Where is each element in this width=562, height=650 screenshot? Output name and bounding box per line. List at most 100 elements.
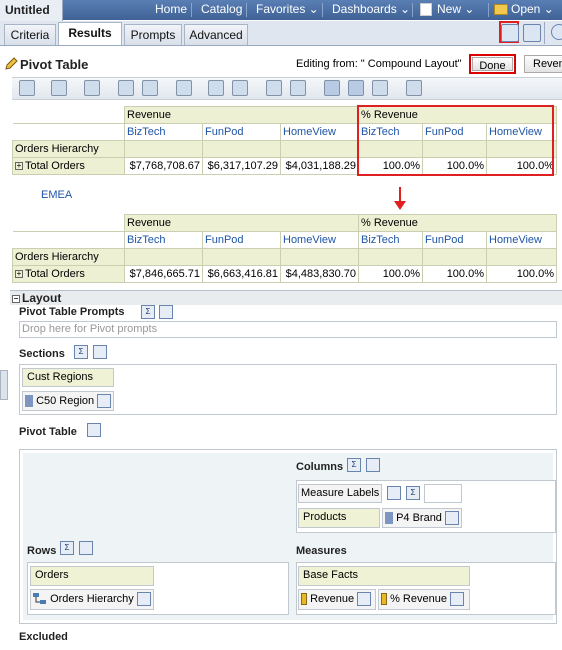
move-down-icon[interactable]	[372, 80, 388, 96]
nav-separator	[191, 3, 192, 17]
nav-catalog-link[interactable]: Catalog	[201, 2, 242, 16]
nav-open-menu[interactable]: Open ⌄	[511, 2, 554, 16]
column-options-icon[interactable]	[97, 394, 112, 408]
column-member[interactable]: HomeView	[486, 231, 557, 249]
xyz-properties-icon[interactable]	[366, 458, 380, 472]
revert-button[interactable]: Reven	[524, 55, 562, 73]
sigma-icon[interactable]: Σ	[60, 541, 74, 555]
document-title: Untitled	[0, 0, 63, 21]
column-member[interactable]: FunPod	[422, 231, 487, 249]
empty-cell	[486, 248, 557, 266]
open-folder-icon	[494, 4, 508, 15]
measures-label: Measures	[296, 545, 347, 557]
save-as-icon[interactable]	[523, 24, 541, 42]
column-options-icon[interactable]	[357, 592, 372, 606]
tab-advanced[interactable]: Advanced	[184, 24, 248, 45]
export-icon[interactable]	[51, 80, 67, 96]
measure-labels-chip[interactable]: Measure Labels	[298, 484, 382, 503]
table-view-icon[interactable]	[324, 80, 340, 96]
empty-cell	[202, 140, 281, 158]
xyz-properties-icon[interactable]	[93, 345, 107, 359]
column-member[interactable]: HomeView	[280, 123, 359, 141]
nav-new-menu[interactable]: New ⌄	[437, 2, 474, 16]
tab-criteria[interactable]: Criteria	[4, 24, 56, 45]
tab-results[interactable]: Results	[58, 22, 122, 45]
print-icon[interactable]	[19, 80, 35, 96]
p4-brand-column[interactable]: P4 Brand	[382, 508, 462, 528]
excluded-label: Excluded	[19, 631, 68, 643]
measure-header-revenue: Revenue	[124, 214, 359, 232]
new-calculated-item-icon[interactable]	[208, 80, 224, 96]
nav-dashboards-menu[interactable]: Dashboards ⌄	[332, 2, 410, 16]
done-button-highlight: Done	[469, 54, 516, 74]
done-button[interactable]: Done	[472, 57, 513, 72]
collapse-icon[interactable]: −	[12, 294, 20, 303]
nav-home-link[interactable]: Home	[155, 2, 187, 16]
highlight-box	[357, 105, 554, 176]
help-icon[interactable]	[551, 24, 562, 40]
xyz-properties-icon[interactable]	[159, 305, 173, 319]
value-cell: 100.0%	[486, 265, 557, 283]
c50-region-column[interactable]: C50 Region	[22, 391, 114, 411]
column-options-icon[interactable]	[387, 486, 401, 500]
value-cell: 100.0%	[422, 265, 487, 283]
pivot-table-label: Pivot Table	[19, 426, 77, 438]
column-member[interactable]: BizTech	[358, 231, 423, 249]
xyz-properties-icon[interactable]	[79, 541, 93, 555]
base-facts-folder[interactable]: Base Facts	[298, 566, 470, 586]
expand-icon[interactable]: +	[15, 270, 23, 279]
sort-icon[interactable]	[266, 80, 282, 96]
layout-title: Layout	[22, 291, 62, 305]
tab-prompts[interactable]: Prompts	[124, 24, 182, 45]
row-member[interactable]: + Total Orders	[12, 157, 125, 175]
column-label: C50 Region	[36, 394, 95, 407]
orders-folder[interactable]: Orders	[30, 566, 154, 586]
new-group-icon[interactable]	[232, 80, 248, 96]
sigma-icon[interactable]: Σ	[406, 486, 420, 500]
empty-cell	[358, 248, 423, 266]
row-member[interactable]: + Total Orders	[12, 265, 125, 283]
column-options-icon[interactable]	[450, 592, 464, 606]
column-member[interactable]: BizTech	[124, 231, 203, 249]
pane-splitter-handle[interactable]	[0, 370, 8, 400]
pct-revenue-measure[interactable]: % Revenue	[378, 589, 470, 610]
rows-label: Rows	[27, 545, 57, 557]
chart-icon[interactable]	[406, 80, 422, 96]
revenue-measure[interactable]: Revenue	[298, 589, 376, 610]
value-cell: $6,317,107.29	[202, 157, 281, 175]
column-options-icon[interactable]	[136, 592, 151, 606]
preview-icon[interactable]	[84, 80, 100, 96]
hierarchy-icon	[33, 593, 47, 605]
toolbar-divider	[544, 22, 545, 44]
pivot-prompts-drop-target[interactable]: Drop here for Pivot prompts	[19, 321, 557, 338]
column-member[interactable]: BizTech	[124, 123, 203, 141]
orders-hierarchy-column[interactable]: Orders Hierarchy	[30, 589, 154, 610]
empty-cell	[280, 248, 359, 266]
layout-section-header[interactable]: − Layout	[10, 290, 562, 305]
nav-favorites-menu[interactable]: Favorites ⌄	[256, 2, 319, 16]
layout-toggle-icon[interactable]	[348, 80, 364, 96]
sigma-icon[interactable]: Σ	[141, 305, 155, 319]
measure-label: % Revenue	[390, 592, 447, 605]
nav-separator	[246, 3, 247, 17]
column-member[interactable]: FunPod	[202, 231, 281, 249]
column-member[interactable]: FunPod	[202, 123, 281, 141]
sigma-icon[interactable]: Σ	[74, 345, 88, 359]
clear-sort-icon[interactable]	[290, 80, 306, 96]
cust-regions-folder[interactable]: Cust Regions	[22, 368, 114, 387]
refresh-icon[interactable]	[176, 80, 192, 96]
expand-icon[interactable]: +	[15, 162, 23, 171]
save-icon[interactable]	[501, 24, 519, 42]
column-properties-icon[interactable]	[142, 80, 158, 96]
xyz-properties-icon[interactable]	[87, 423, 101, 437]
empty-cell	[124, 248, 203, 266]
corner-cell	[12, 106, 125, 124]
column-member[interactable]: HomeView	[280, 231, 359, 249]
sigma-icon[interactable]: Σ	[347, 458, 361, 472]
empty-cell	[422, 248, 487, 266]
properties-icon[interactable]	[118, 80, 134, 96]
column-options-icon[interactable]	[445, 511, 459, 525]
products-folder[interactable]: Products	[298, 508, 380, 528]
new-document-icon	[420, 3, 432, 16]
column-icon	[385, 512, 393, 524]
